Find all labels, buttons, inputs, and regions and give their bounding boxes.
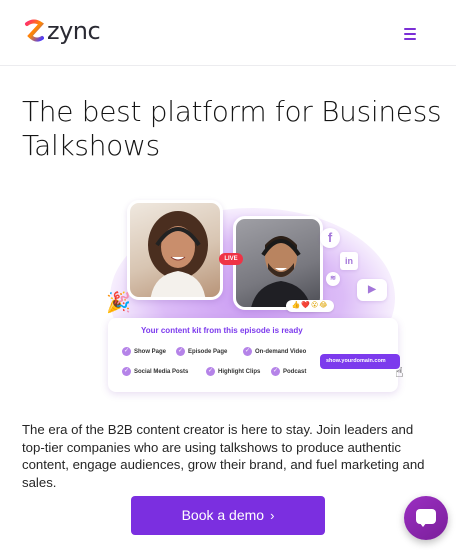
facebook-icon: f bbox=[320, 228, 340, 248]
kit-title: Your content kit from this episode is re… bbox=[141, 326, 303, 335]
check-icon: ✓ bbox=[176, 347, 185, 356]
check-icon: ✓ bbox=[206, 367, 215, 376]
live-badge: LIVE bbox=[219, 253, 243, 265]
site-header: zync bbox=[0, 0, 456, 66]
kit-item: ✓ Episode Page bbox=[176, 347, 228, 356]
brand-name: zync bbox=[47, 17, 101, 45]
hero-title: The best platform for Business Talkshows bbox=[22, 95, 442, 162]
check-icon: ✓ bbox=[122, 367, 131, 376]
kit-item: ✓ On-demand Video bbox=[243, 347, 307, 356]
hero-illustration: LIVE f in ≋ ▶ 👍❤️😮😂 🎉 Your content kit f… bbox=[100, 190, 404, 405]
kit-item: ✓ Social Media Posts bbox=[122, 367, 189, 376]
check-icon: ✓ bbox=[271, 367, 280, 376]
host-photo bbox=[127, 200, 223, 300]
kit-item: ✓ Highlight Clips bbox=[206, 367, 261, 376]
hamburger-menu-icon[interactable] bbox=[399, 24, 421, 44]
chat-launcher-button[interactable] bbox=[404, 496, 448, 540]
youtube-icon: ▶ bbox=[357, 279, 387, 301]
book-demo-button[interactable]: Book a demo › bbox=[131, 496, 325, 535]
spotify-icon: ≋ bbox=[326, 272, 340, 286]
brand-logo[interactable]: zync bbox=[24, 17, 101, 45]
domain-pill: show.yourdomain.com bbox=[320, 354, 400, 369]
check-icon: ✓ bbox=[243, 347, 252, 356]
kit-item: ✓ Podcast bbox=[271, 367, 307, 376]
man-with-headset-image bbox=[251, 236, 311, 307]
reaction-bar: 👍❤️😮😂 bbox=[286, 300, 334, 312]
guest-photo bbox=[233, 216, 323, 310]
book-demo-label: Book a demo bbox=[181, 507, 265, 523]
kit-item: ✓ Show Page bbox=[122, 347, 167, 356]
woman-with-headset-image bbox=[148, 211, 208, 297]
linkedin-icon: in bbox=[340, 252, 358, 270]
hand-cursor-icon: ☝ bbox=[395, 364, 404, 380]
z-swirl-logo-icon bbox=[25, 19, 44, 42]
content-kit-card: Your content kit from this episode is re… bbox=[108, 318, 404, 392]
check-icon: ✓ bbox=[122, 347, 131, 356]
intro-paragraph: The era of the B2B content creator is he… bbox=[22, 422, 425, 490]
chevron-right-icon: › bbox=[270, 508, 275, 523]
party-popper-icon: 🎉 bbox=[106, 292, 131, 314]
